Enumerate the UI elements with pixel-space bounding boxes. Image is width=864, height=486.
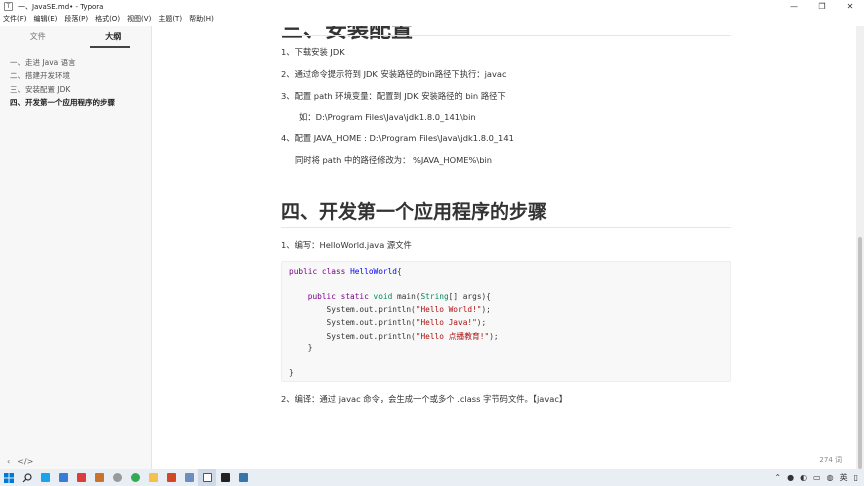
tab-outline[interactable]: 大纲 <box>76 26 152 48</box>
code-line-3: public static void main(String[] args){ <box>307 292 491 301</box>
heading-rule <box>281 35 731 36</box>
step-3: 3、配置 path 环境变量：配置到 JDK 安装路径的 bin 路径下 <box>281 91 506 101</box>
outline-item-2[interactable]: 二、搭建开发环境 <box>0 69 151 82</box>
menu-file[interactable]: 文件(F) <box>3 14 27 24</box>
code-line-1: public class HelloWorld{ <box>289 267 402 276</box>
app-icon[interactable] <box>180 469 198 486</box>
folder-icon[interactable] <box>144 469 162 486</box>
browser-icon[interactable] <box>108 469 126 486</box>
step-4: 4、配置 JAVA_HOME : D:\Program Files\Java\j… <box>281 133 514 143</box>
typora-taskbar-icon[interactable] <box>198 469 216 486</box>
code-block[interactable]: public class HelloWorld{ public static v… <box>281 261 731 382</box>
input-method-icon[interactable]: 英 <box>840 472 848 483</box>
code-line-4: System.out.println("Hello World!"); <box>289 305 491 314</box>
maximize-button[interactable]: ❐ <box>808 0 836 13</box>
outline-item-4[interactable]: 四、开发第一个应用程序的步骤 <box>0 96 151 109</box>
outline-item-3[interactable]: 三、安装配置 JDK <box>0 83 151 96</box>
python-icon[interactable] <box>234 469 252 486</box>
outline-item-1[interactable]: 一、走进 Java 语言 <box>0 56 151 69</box>
fox-icon[interactable] <box>90 469 108 486</box>
window-controls: — ❐ ✕ <box>780 0 864 13</box>
outline-list: 一、走进 Java 语言 二、搭建开发环境 三、安装配置 JDK 四、开发第一个… <box>0 48 151 109</box>
code-line-9: } <box>289 368 294 377</box>
source-mode-icon[interactable]: </> <box>17 457 33 466</box>
game-icon[interactable] <box>72 469 90 486</box>
office-icon[interactable] <box>162 469 180 486</box>
menu-view[interactable]: 视图(V) <box>127 14 151 24</box>
scrollbar-thumb[interactable] <box>858 237 862 469</box>
qq-icon[interactable] <box>36 469 54 486</box>
menu-bar: 文件(F) 编辑(E) 段落(P) 格式(O) 视图(V) 主题(T) 帮助(H… <box>0 13 864 25</box>
sidebar: 文件 大纲 一、走进 Java 语言 二、搭建开发环境 三、安装配置 JDK 四… <box>0 26 152 469</box>
sub-step-1: 1、编写：HelloWorld.java 源文件 <box>281 240 412 250</box>
menu-format[interactable]: 格式(O) <box>95 14 120 24</box>
menu-theme[interactable]: 主题(T) <box>158 14 182 24</box>
section-rule <box>281 227 731 228</box>
editor-scrollbar[interactable] <box>856 26 864 469</box>
tray-status-icon[interactable]: ◐ <box>800 473 807 482</box>
typora-app-icon: T <box>4 2 13 11</box>
title-bar: T 一、JavaSE.md• - Typora — ❐ ✕ <box>0 0 864 13</box>
menu-edit[interactable]: 编辑(E) <box>34 14 58 24</box>
step-2: 2、通过命令提示符到 JDK 安装路径的bin路径下执行：javac <box>281 69 507 79</box>
close-button[interactable]: ✕ <box>836 0 864 13</box>
code-line-6: System.out.println("Hello 点播教育!"); <box>289 332 499 341</box>
windows-start-icon[interactable] <box>0 469 18 486</box>
video-icon[interactable] <box>54 469 72 486</box>
sidebar-tabs: 文件 大纲 <box>0 26 151 48</box>
menu-help[interactable]: 帮助(H) <box>189 14 214 24</box>
chrome-icon[interactable] <box>126 469 144 486</box>
taskbar: ⌃ ● ◐ ▭ ◍ 英 ▯ <box>0 469 864 486</box>
sidebar-footer: ‹ </> <box>0 453 152 469</box>
tray-app-icon[interactable]: ● <box>787 473 794 482</box>
tab-files[interactable]: 文件 <box>0 26 76 48</box>
terminal-icon[interactable] <box>216 469 234 486</box>
section-heading: 四、开发第一个应用程序的步骤 <box>281 201 548 223</box>
system-tray: ⌃ ● ◐ ▭ ◍ 英 ▯ <box>768 469 858 486</box>
sub-step-2: 2、编译：通过 javac 命令，会生成一个或多个 .class 字节码文件。【… <box>281 394 568 404</box>
step-4-note: 同时将 path 中的路径修改为： %JAVA_HOME%\bin <box>295 155 493 165</box>
tray-volume-icon[interactable]: ◍ <box>827 473 834 482</box>
collapse-sidebar-icon[interactable]: ‹ <box>7 457 10 466</box>
code-line-7: } <box>289 343 313 352</box>
minimize-button[interactable]: — <box>780 0 808 13</box>
path-example: 如：D:\Program Files\Java\jdk1.8.0_141\bin <box>299 112 476 122</box>
editor-area[interactable]: 三、安装配置 1、下载安装 JDK 2、通过命令提示符到 JDK 安装路径的bi… <box>153 26 856 469</box>
tray-display-icon[interactable]: ▭ <box>813 473 821 482</box>
code-line-5: System.out.println("Hello Java!"); <box>289 318 487 327</box>
search-icon[interactable] <box>18 469 36 486</box>
menu-paragraph[interactable]: 段落(P) <box>64 14 88 24</box>
word-count[interactable]: 274 词 <box>819 455 842 465</box>
tray-expand-icon[interactable]: ⌃ <box>774 473 781 482</box>
window-title: 一、JavaSE.md• - Typora <box>18 2 104 11</box>
notification-icon[interactable]: ▯ <box>854 473 858 482</box>
step-1: 1、下载安装 JDK <box>281 47 345 57</box>
